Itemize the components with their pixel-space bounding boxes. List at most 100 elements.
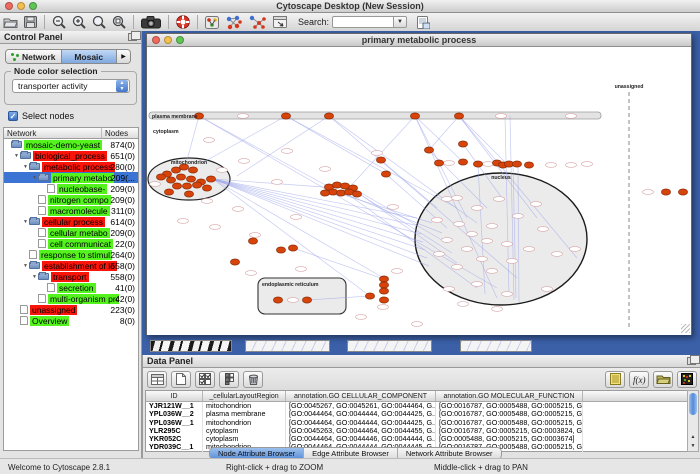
network-node[interactable] [164, 189, 173, 195]
table-cell[interactable]: mitochondrion [203, 419, 286, 427]
network-node[interactable] [166, 177, 175, 183]
tree-header-nodes[interactable]: Nodes [102, 128, 138, 138]
tree-row[interactable]: unassigned223(0) [4, 304, 138, 315]
tree-row[interactable]: cell communicat22(0) [4, 238, 138, 249]
tab-network[interactable]: Network [6, 50, 62, 63]
zoom-fit-icon[interactable] [89, 14, 109, 30]
table-cell[interactable]: [GO:0044464, GO:0044446, GO:0044444, G..… [286, 435, 436, 443]
zoom-out-icon[interactable] [49, 14, 69, 30]
tree-row[interactable]: ▼biological_process651(0) [4, 150, 138, 161]
table-column-header[interactable]: annotation.GO MOLECULAR_FUNCTION [436, 391, 583, 401]
snapshot-camera-icon[interactable] [138, 14, 164, 30]
search-dropdown-arrow[interactable]: ▼ [394, 16, 407, 28]
table-cell[interactable]: YPL036W__1 [146, 419, 203, 427]
table-column-header[interactable] [583, 391, 687, 401]
table-cell[interactable] [583, 410, 687, 418]
table-cell[interactable]: [GO:0044464, GO:0044444, GO:0044425, G..… [286, 410, 436, 418]
network-node[interactable] [206, 176, 215, 182]
data-panel-float-icon[interactable] [687, 357, 696, 365]
scrollbar-thumb[interactable] [689, 393, 697, 415]
network-window[interactable]: primary metabolic process plasma membran… [146, 33, 692, 335]
save-icon[interactable] [20, 14, 40, 30]
tree-expander-icon[interactable]: ▼ [22, 263, 29, 269]
table-cell[interactable]: cytoplasm [203, 427, 286, 435]
network-node[interactable] [379, 282, 388, 288]
tree-row[interactable]: mosaic-demo-yeast874(0) [4, 139, 138, 150]
tabs-overflow-arrow[interactable]: ▶ [117, 50, 130, 63]
zoom-in-icon[interactable] [69, 14, 89, 30]
tree-expander-icon[interactable]: ▼ [13, 153, 20, 159]
table-column-header[interactable]: annotation.GO CELLULAR_COMPONENT [286, 391, 436, 401]
background-window-thumb[interactable] [150, 340, 232, 352]
tree-header-network[interactable]: Network [4, 128, 102, 138]
tree-row[interactable]: cellular metabo209(0) [4, 227, 138, 238]
table-column-header[interactable]: _cellularLayoutRegion [203, 391, 286, 401]
network-node[interactable] [320, 190, 329, 196]
network-node[interactable] [288, 245, 297, 251]
network-node[interactable] [172, 183, 181, 189]
network-node[interactable] [434, 160, 443, 166]
table-row[interactable]: YPL036W__2plasma membrane[GO:0044464, GO… [146, 410, 687, 418]
tree-row[interactable]: multi-organism pro42(0) [4, 293, 138, 304]
table-cell[interactable] [583, 443, 687, 451]
annotation-icon[interactable] [270, 14, 290, 30]
background-window-thumb[interactable] [460, 340, 532, 352]
network-node[interactable] [184, 191, 193, 197]
table-cell[interactable]: [GO:0045267, GO:0045261, GO:0044464, G..… [286, 402, 436, 410]
formula-fx-icon[interactable]: f(x) [629, 371, 649, 388]
network-node[interactable] [661, 189, 670, 195]
network-node[interactable] [281, 113, 290, 119]
network-node[interactable] [410, 113, 419, 119]
tree-row[interactable]: ▼transport558(0) [4, 271, 138, 282]
network-node[interactable] [332, 182, 341, 188]
network-node[interactable] [512, 161, 521, 167]
network-node[interactable] [381, 171, 390, 177]
table-row[interactable]: YPL036W__1mitochondrion[GO:0044464, GO:0… [146, 419, 687, 427]
table-cell[interactable]: YJR121W__1 [146, 402, 203, 410]
network-node[interactable] [454, 113, 463, 119]
scroll-down-arrow[interactable]: ▼ [688, 442, 698, 451]
network-node[interactable] [473, 161, 482, 167]
tree-expander-icon[interactable]: ▼ [22, 164, 29, 170]
table-cell[interactable]: YLR295C [146, 427, 203, 435]
window-resize-grip[interactable] [681, 324, 690, 333]
network-node[interactable] [188, 167, 197, 173]
table-cell[interactable]: YPL036W__2 [146, 410, 203, 418]
network-node[interactable] [328, 189, 337, 195]
select-attributes-icon[interactable] [195, 371, 215, 388]
tree-expander-icon[interactable]: ▼ [31, 274, 38, 280]
table-cell[interactable]: [GO:0016787, GO:0005488, GO:0005215, G..… [436, 402, 583, 410]
network-node[interactable] [276, 247, 285, 253]
search-input[interactable] [332, 16, 394, 28]
unselect-attributes-icon[interactable] [219, 371, 239, 388]
table-cell[interactable]: [GO:0045263, GO:0044464, GO:0044455, G..… [286, 427, 436, 435]
table-cell[interactable] [583, 419, 687, 427]
tree-row[interactable]: ▼establishment of lo558(0) [4, 260, 138, 271]
network-node[interactable] [182, 183, 191, 189]
background-window-thumb[interactable] [347, 340, 432, 352]
table-row[interactable]: YJR121W__1mitochondrion[GO:0045267, GO:0… [146, 402, 687, 410]
network-node[interactable] [678, 189, 687, 195]
background-windows-strip[interactable] [142, 339, 700, 353]
tree-row[interactable]: ▼metabolic process280(0) [4, 161, 138, 172]
network-node[interactable] [336, 190, 345, 196]
delete-attribute-icon[interactable] [243, 371, 263, 388]
import-table-icon[interactable] [413, 14, 433, 30]
network-node[interactable] [186, 176, 195, 182]
table-cell[interactable]: mitochondrion [203, 402, 286, 410]
network-node[interactable] [379, 288, 388, 294]
tree-row[interactable]: ▼cellular process614(0) [4, 216, 138, 227]
network-node[interactable] [365, 293, 374, 299]
network-node[interactable] [324, 113, 333, 119]
table-cell[interactable] [583, 427, 687, 435]
zoom-selected-icon[interactable] [109, 14, 129, 30]
attribute-matrix-icon[interactable] [677, 371, 697, 388]
tree-row[interactable]: response to stimul264(0) [4, 249, 138, 260]
vizmapper-icon[interactable] [202, 14, 222, 30]
table-scrollbar[interactable]: ▲ ▼ [687, 390, 699, 452]
tree-row[interactable]: macromolecule311(0) [4, 205, 138, 216]
network-node[interactable] [424, 147, 433, 153]
table-cell[interactable] [583, 435, 687, 443]
tree-row[interactable]: nucleobase-209(0) [4, 183, 138, 194]
tree-row[interactable]: secretion41(0) [4, 282, 138, 293]
